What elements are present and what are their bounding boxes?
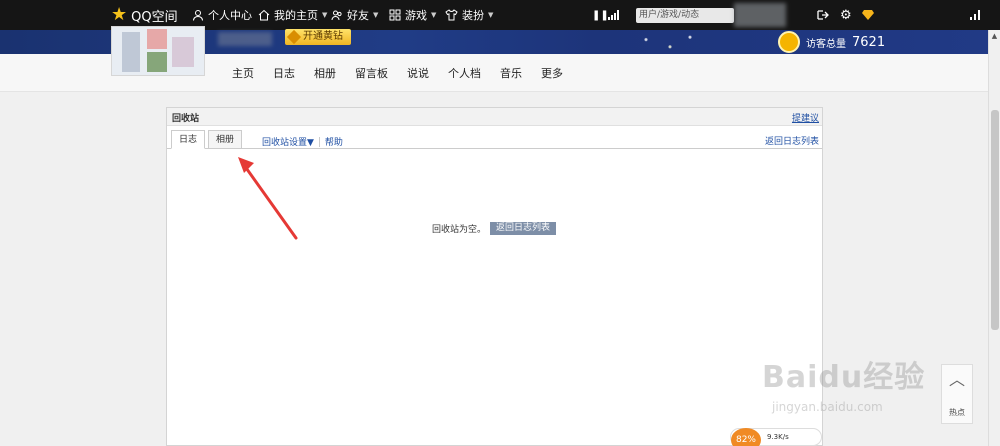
empty-state: 回收站为空。 返回日志列表	[432, 222, 557, 235]
gem-icon	[286, 29, 302, 45]
help-link[interactable]: 帮助	[325, 135, 343, 148]
avatar-pixel	[147, 29, 167, 49]
avatar-pixel	[122, 32, 140, 72]
person-icon	[193, 10, 203, 21]
shirt-icon	[445, 9, 458, 21]
signal-button[interactable]	[608, 0, 620, 30]
tab-album[interactable]: 相册	[208, 130, 243, 149]
games-menu[interactable]: 游戏 ▼	[389, 0, 436, 30]
speed-rate: 9.3K/s	[767, 433, 789, 441]
blurred-nickname	[218, 32, 272, 46]
nav-links: 主页 日志 相册 留言板 说说 个人档 音乐 更多	[232, 54, 563, 92]
nav-item-profile[interactable]: 个人档	[448, 65, 481, 81]
divider	[318, 136, 320, 147]
nav-item-blog[interactable]: 日志	[273, 65, 295, 81]
back-to-blog-list-button[interactable]: 返回日志列表	[490, 222, 557, 235]
signal-strength-indicator	[970, 0, 980, 30]
back-to-blog-list-link[interactable]: 返回日志列表	[765, 134, 819, 147]
signal-bars-icon	[970, 10, 980, 20]
open-vip-button[interactable]: 开通黄钻	[285, 29, 351, 45]
avatar-pixel	[172, 37, 194, 67]
panel-header: 回收站 提建议	[167, 108, 822, 126]
caret-down-icon: ▼	[322, 11, 328, 19]
speed-percent: 82%	[731, 428, 761, 446]
settings-button[interactable]: ⚙	[840, 0, 852, 30]
nav-item-home[interactable]: 主页	[232, 65, 254, 81]
star-icon: ★	[111, 4, 128, 25]
annotation-arrow	[238, 157, 298, 240]
chevron-up-icon[interactable]: ︿	[942, 365, 972, 395]
banner-decoration	[630, 30, 710, 54]
hot-widget[interactable]: ︿ 热点	[941, 364, 973, 424]
gear-icon: ⚙	[840, 7, 852, 23]
visitor-count: 访客总量 7621	[778, 30, 885, 54]
recycle-tabs: 日志 相册	[171, 130, 243, 149]
diamond-icon	[862, 10, 874, 20]
scroll-up-icon[interactable]: ▲	[989, 30, 1000, 42]
empty-message: 回收站为空。	[432, 225, 487, 235]
caret-down-icon: ▼	[373, 11, 379, 19]
nav-item-album[interactable]: 相册	[314, 65, 336, 81]
signal-bars-icon	[608, 10, 619, 20]
caret-down-icon: ▼	[431, 11, 437, 19]
network-speed-widget[interactable]: 82% 9.3K/s	[730, 428, 822, 446]
recycle-settings-dropdown[interactable]: 回收站设置▼	[262, 135, 314, 148]
tab-divider	[167, 148, 822, 149]
caret-down-icon: ▼	[488, 11, 494, 19]
avatar-pixel	[147, 52, 167, 72]
yellow-diamond-button[interactable]	[861, 0, 875, 30]
watermark-url: jingyan.baidu.com	[772, 400, 883, 414]
decorate-menu[interactable]: 装扮 ▼	[445, 0, 493, 30]
recycle-settings-bar: 回收站设置▼ 帮助	[262, 135, 343, 148]
suggest-link[interactable]: 提建议	[792, 111, 819, 124]
hot-label: 热点	[949, 408, 965, 417]
nav-item-music[interactable]: 音乐	[500, 65, 522, 81]
tab-blog[interactable]: 日志	[171, 130, 206, 149]
brand-label: QQ空间	[131, 9, 178, 25]
friends-menu[interactable]: 好友 ▼	[331, 0, 378, 30]
scroll-thumb[interactable]	[991, 110, 999, 330]
pause-icon: ❚❚	[592, 9, 609, 21]
baidu-jingyan-watermark: Baidu经验 jingyan.baidu.com	[762, 340, 942, 430]
home-icon	[258, 9, 270, 21]
logout-button[interactable]	[817, 0, 829, 30]
nav-item-moments[interactable]: 说说	[407, 65, 429, 81]
page-scrollbar[interactable]: ▲	[988, 30, 1000, 446]
logout-icon	[817, 10, 829, 20]
search-input[interactable]: 用户/游戏/动态	[636, 8, 734, 23]
panel-title: 回收站	[172, 114, 200, 124]
avatar[interactable]	[111, 26, 205, 76]
nav-item-more[interactable]: 更多	[541, 65, 563, 81]
grid-icon	[389, 9, 401, 21]
pause-music-button[interactable]: ❚❚	[592, 0, 609, 30]
my-homepage-menu[interactable]: 我的主页 ▼	[258, 0, 327, 30]
friends-icon	[331, 10, 342, 21]
visitor-badge-icon	[778, 31, 800, 53]
nav-item-guestbook[interactable]: 留言板	[355, 65, 388, 81]
blurred-username	[734, 3, 786, 27]
watermark-brand: Baidu经验	[762, 360, 926, 395]
